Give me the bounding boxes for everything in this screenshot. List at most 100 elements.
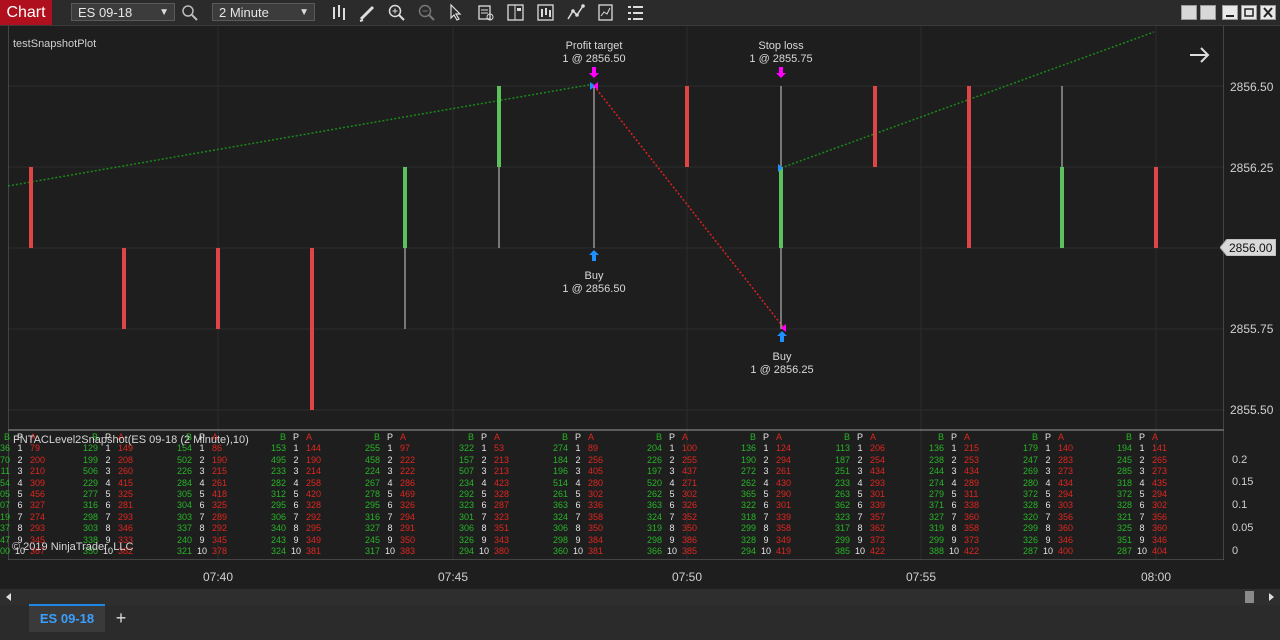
level2-cell-b: 316 — [82, 500, 98, 511]
level2-cell-b: 325 — [1116, 523, 1132, 534]
level2-cell-a: 358 — [964, 523, 980, 534]
templates-icon[interactable] — [626, 3, 646, 22]
level2-cell-a: 373 — [964, 534, 980, 545]
level2-cell-b: 299 — [928, 534, 944, 545]
level2-cell-p: 7 — [293, 511, 299, 522]
level2-cell-b: 327 — [364, 523, 380, 534]
tile-icon[interactable] — [1181, 5, 1197, 20]
level2-row: 317 8 362 — [828, 523, 896, 534]
level2-cell-p: 9 — [763, 534, 769, 545]
level2-row: 282 4 258 — [264, 478, 332, 489]
bar-style-icon[interactable] — [330, 3, 350, 22]
always-on-top-icon[interactable] — [1200, 5, 1216, 20]
level2-cell-b: 224 — [364, 466, 380, 477]
level2-cell-b: 261 — [552, 489, 568, 500]
level2-cell-p: 8 — [105, 523, 111, 534]
level2-cell-a: 456 — [30, 489, 46, 500]
level2-cell-b: 328 — [1116, 500, 1132, 511]
level2-cell-p: 7 — [857, 511, 863, 522]
level2-column: B P A 136 1 124 190 2 294 272 3 261 262 4 430 365 5 290 32… — [734, 432, 802, 557]
level2-cell-a: 349 — [776, 534, 792, 545]
level2-cell-b: 279 — [928, 489, 944, 500]
level2-header-p: P — [1044, 432, 1051, 442]
indicator-title: FNTACLevel2Snapshot(ES 09-18 (2 Minute),… — [13, 434, 249, 446]
level2-cell-a: 360 — [1058, 523, 1074, 534]
level2-cell-a: 350 — [682, 523, 698, 534]
level2-cell-b: 244 — [928, 466, 944, 477]
horizontal-scrollbar[interactable] — [0, 589, 1280, 605]
level2-cell-a: 222 — [400, 454, 416, 465]
level2-cell-b: 190 — [740, 454, 756, 465]
level2-cell-a: 53 — [494, 443, 505, 454]
level2-cell-b: 240 — [176, 534, 192, 545]
zoom-in-icon[interactable] — [387, 3, 407, 22]
level2-column: B P A 194 1 141 245 2 265 285 3 273 318 4 435 372 5 294 32… — [1110, 432, 1178, 557]
level2-cell-b: 238 — [928, 454, 944, 465]
level2-cell-a: 289 — [964, 477, 980, 488]
level2-cell-a: 287 — [494, 500, 510, 511]
level2-cell-p: 6 — [199, 500, 205, 511]
level2-row: 326 9 343 — [452, 535, 520, 546]
level2-cell-a: 469 — [400, 489, 416, 500]
minimize-button[interactable] — [1222, 5, 1238, 20]
level2-cell-b: 328 — [740, 534, 756, 545]
pointer-icon[interactable] — [446, 3, 466, 22]
properties-icon[interactable] — [536, 3, 556, 22]
level2-column: B P A 136 1 215 238 2 253 244 3 434 274 4 289 279 5 311 37… — [922, 432, 990, 557]
level2-row: 316 6 281 — [76, 500, 144, 511]
add-tab-button[interactable]: + — [110, 606, 132, 630]
level2-header: BPA — [1016, 432, 1084, 443]
level2-row: 324 10 381 — [264, 546, 332, 557]
indicators-icon[interactable] — [596, 3, 616, 22]
level2-cell-b: 19 — [0, 511, 10, 522]
level2-cell-a: 215 — [212, 466, 228, 477]
level2-cell-a: 345 — [212, 534, 228, 545]
level2-cell-p: 4 — [105, 477, 111, 488]
candle-body — [310, 248, 314, 410]
strategies-icon[interactable] — [566, 3, 586, 22]
level2-cell-b: 385 — [834, 546, 850, 557]
maximize-button[interactable] — [1241, 5, 1257, 20]
level2-cell-a: 385 — [682, 546, 698, 557]
level2-cell-p: 2 — [1045, 454, 1051, 465]
interval-selector[interactable]: 2 Minute ▼ — [212, 3, 315, 21]
close-button[interactable] — [1260, 5, 1276, 20]
level2-cell-p: 6 — [951, 500, 957, 511]
level2-cell-b: 298 — [552, 534, 568, 545]
level2-cell-b: 295 — [270, 500, 286, 511]
level2-cell-p: 3 — [1139, 466, 1145, 477]
app-title[interactable]: Chart — [0, 0, 52, 25]
level2-cell-p: 2 — [1139, 454, 1145, 465]
level2-cell-a: 360 — [964, 511, 980, 522]
level2-cell-a: 293 — [30, 523, 46, 534]
level2-cell-b: 233 — [834, 477, 850, 488]
chart-trader-icon[interactable] — [506, 3, 526, 22]
level2-cell-p: 9 — [575, 534, 581, 545]
data-box-icon[interactable] — [476, 3, 496, 22]
level2-cell-a: 404 — [1152, 546, 1168, 557]
level2-cell-b: 371 — [928, 500, 944, 511]
level2-row: 316 7 294 — [358, 512, 426, 523]
arrow-right-icon[interactable] — [1188, 45, 1212, 65]
level2-row: 299 9 372 — [828, 535, 896, 546]
level2-row: 226 2 255 — [640, 455, 708, 466]
pencil-icon[interactable] — [358, 3, 378, 22]
current-price-label: 2856.00 — [1229, 241, 1273, 255]
level2-cell-p: 7 — [763, 511, 769, 522]
level2-cell-b: 362 — [834, 500, 850, 511]
instrument-selector[interactable]: ES 09-18 ▼ — [71, 3, 175, 21]
level2-cell-a: 349 — [306, 534, 322, 545]
level2-column: B P A 179 1 140 247 2 283 269 3 273 280 4 434 372 5 294 32… — [1016, 432, 1084, 557]
level2-cell-p: 6 — [575, 500, 581, 511]
level2-cell-p: 1 — [387, 443, 393, 454]
level2-cell-a: 256 — [588, 454, 604, 465]
level2-cell-b: 360 — [552, 546, 568, 557]
level2-cell-p: 3 — [105, 466, 111, 477]
tab-es-09-18[interactable]: ES 09-18 — [29, 604, 105, 632]
zoom-out-icon[interactable] — [417, 3, 437, 22]
level2-header-p: P — [574, 432, 581, 442]
level2-header-p: P — [762, 432, 769, 442]
search-icon[interactable] — [180, 3, 200, 22]
level2-cell-a: 200 — [30, 454, 46, 465]
level2-cell-b: 317 — [364, 546, 380, 557]
